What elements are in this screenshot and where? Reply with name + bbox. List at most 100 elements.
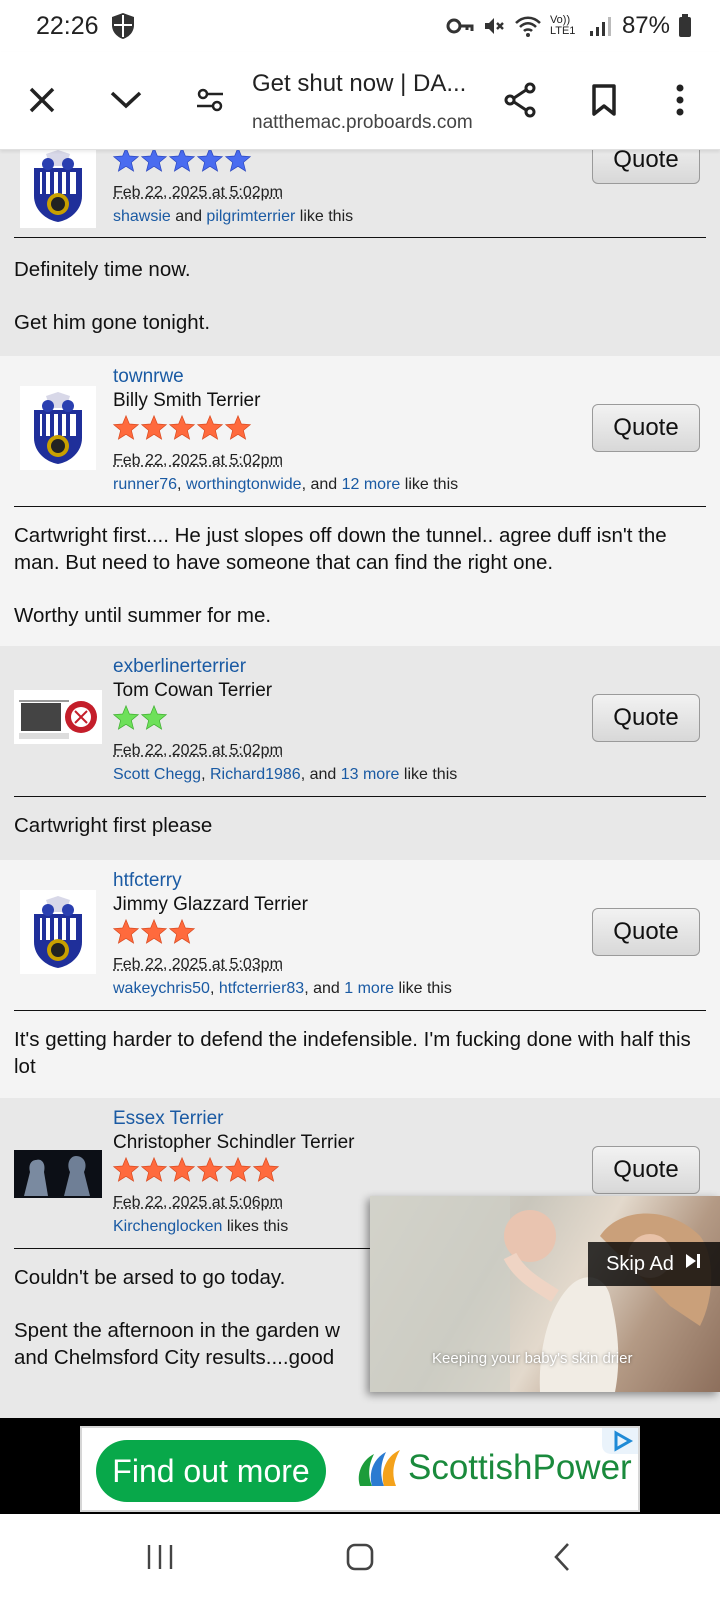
mute-icon [482, 14, 506, 38]
post-likes: wakeychris50, htfcterrier83, and 1 more … [113, 980, 452, 997]
star-icon [140, 704, 168, 730]
more-likers-link[interactable]: 1 more [344, 980, 394, 997]
user-avatar[interactable] [20, 890, 96, 974]
star-icon [196, 414, 224, 440]
liker-link[interactable]: runner76 [113, 476, 177, 493]
post: exberlinerterrier Tom Cowan Terrier Quot… [0, 646, 720, 860]
post-divider [14, 506, 706, 507]
post-username[interactable]: Essex Terrier [113, 1108, 224, 1130]
post-likes: Scott Chegg, Richard1986, and 13 more li… [113, 766, 458, 783]
video-ad[interactable]: Skip Ad Keeping your baby's skin drier [370, 1196, 720, 1392]
liker-link[interactable]: pilgrimterrier [206, 208, 295, 225]
liker-link[interactable]: htfcterrier83 [219, 980, 304, 997]
post-body: Cartwright first please [14, 814, 213, 837]
user-rank: Billy Smith Terrier [113, 390, 261, 411]
liker-link[interactable]: worthingtonwide [186, 476, 302, 493]
liker-link[interactable]: Kirchenglocken [113, 1218, 222, 1235]
rank-stars [112, 918, 196, 946]
skip-icon [684, 1252, 702, 1276]
signal-icon [588, 15, 614, 37]
post-username[interactable]: townrwe [113, 366, 184, 388]
star-icon [168, 1156, 196, 1182]
star-icon [140, 414, 168, 440]
post-likes: runner76, worthingtonwide, and 12 more l… [113, 476, 459, 493]
more-likers-link[interactable]: 13 more [341, 766, 400, 783]
chevron-down-icon[interactable] [102, 76, 150, 124]
user-rank: Jimmy Glazzard Terrier [113, 894, 308, 915]
post-date[interactable]: Feb 22, 2025 at 5:03pm [113, 956, 283, 974]
post-body: Definitely time now. Get him gone tonigh… [14, 258, 211, 334]
user-avatar[interactable] [20, 150, 96, 228]
star-icon [224, 1156, 252, 1182]
more-likers-link[interactable]: 12 more [342, 476, 401, 493]
post-username[interactable]: exberlinerterrier [113, 656, 246, 678]
post-username[interactable]: htfcterry [113, 870, 182, 892]
user-avatar[interactable] [20, 386, 96, 470]
star-icon [140, 150, 168, 172]
user-rank: Tom Cowan Terrier [113, 680, 273, 701]
star-icon [140, 1156, 168, 1182]
browser-toolbar: Get shut now | DA... natthemac.proboards… [0, 52, 720, 150]
status-time: 22:26 [36, 12, 99, 40]
post: htfcterry Jimmy Glazzard Terrier Quote F… [0, 860, 720, 1098]
post-likes: shawsie and pilgrimterrier like this [113, 208, 354, 225]
star-icon [112, 704, 140, 730]
post-divider [14, 237, 706, 238]
star-icon [196, 1156, 224, 1182]
share-icon[interactable] [496, 76, 544, 124]
post-date[interactable]: Feb 22, 2025 at 5:02pm [113, 184, 283, 202]
skip-ad-button[interactable]: Skip Ad [588, 1242, 720, 1286]
liker-link[interactable]: shawsie [113, 208, 171, 225]
quote-button[interactable]: Quote [592, 1146, 700, 1194]
star-icon [112, 150, 140, 172]
post-divider [14, 796, 706, 797]
page-title[interactable]: Get shut now | DA... [252, 70, 492, 98]
quote-button[interactable]: Quote [592, 908, 700, 956]
quote-button[interactable]: Quote [592, 694, 700, 742]
post-body: It's getting harder to defend the indefe… [14, 1028, 691, 1078]
star-icon [168, 414, 196, 440]
star-icon [140, 918, 168, 944]
user-rank: Christopher Schindler Terrier [113, 1132, 355, 1153]
status-bar: 22:26 Vo)) LTE1 87% [0, 0, 720, 52]
network-label: Vo)) LTE1 [549, 14, 576, 37]
home-icon[interactable] [330, 1534, 390, 1580]
more-icon[interactable] [656, 76, 704, 124]
battery-icon [678, 14, 692, 38]
post-date[interactable]: Feb 22, 2025 at 5:06pm [113, 1194, 283, 1212]
adchoices-icon[interactable] [602, 1428, 638, 1454]
page-url[interactable]: natthemac.proboards.com [252, 112, 492, 134]
post-date[interactable]: Feb 22, 2025 at 5:02pm [113, 452, 283, 470]
post-date[interactable]: Feb 22, 2025 at 5:02pm [113, 742, 283, 760]
post-body: Cartwright first.... He just slopes off … [14, 524, 667, 627]
liker-link[interactable]: Scott Chegg [113, 766, 201, 783]
liker-link[interactable]: Richard1986 [210, 766, 301, 783]
bookmark-icon[interactable] [580, 76, 628, 124]
site-settings-icon[interactable] [186, 76, 234, 124]
star-icon [224, 414, 252, 440]
post-divider [14, 1010, 706, 1011]
close-icon[interactable] [18, 76, 66, 124]
quote-button[interactable]: Quote [592, 404, 700, 452]
ad-caption: Keeping your baby's skin drier [432, 1350, 633, 1367]
scottishpower-logo-icon [354, 1446, 404, 1492]
liker-link[interactable]: wakeychris50 [113, 980, 210, 997]
quote-button[interactable]: Quote [592, 150, 700, 184]
banner-ad[interactable]: Find out more ScottishPower [80, 1426, 640, 1512]
rank-stars [112, 1156, 280, 1184]
star-icon [112, 1156, 140, 1182]
user-avatar[interactable] [14, 1150, 102, 1198]
back-icon[interactable] [532, 1534, 592, 1580]
star-icon [196, 150, 224, 172]
star-icon [112, 414, 140, 440]
star-icon [112, 918, 140, 944]
recent-apps-icon[interactable] [130, 1534, 190, 1580]
rank-stars [112, 414, 252, 442]
key-icon [446, 16, 474, 36]
user-avatar[interactable] [14, 690, 102, 744]
system-nav-bar [0, 1514, 720, 1600]
star-icon [168, 150, 196, 172]
find-out-more-button[interactable]: Find out more [96, 1440, 326, 1502]
star-icon [224, 150, 252, 172]
star-icon [168, 918, 196, 944]
